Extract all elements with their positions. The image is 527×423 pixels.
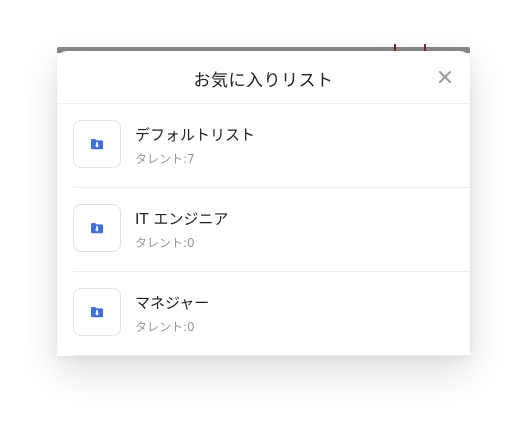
favorites-modal: お気に入りリスト デフォルトリスト タレント:7 IT エンジニア タレント:0… xyxy=(57,51,470,356)
modal-header: お気に入りリスト xyxy=(57,51,470,104)
close-icon xyxy=(439,71,451,83)
folder-tile xyxy=(73,204,121,252)
folder-icon xyxy=(91,223,103,234)
screen: お気に入りリスト デフォルトリスト タレント:7 IT エンジニア タレント:0… xyxy=(0,0,527,423)
close-button[interactable] xyxy=(436,68,454,86)
folder-icon xyxy=(91,307,103,318)
favorites-list: デフォルトリスト タレント:7 IT エンジニア タレント:0 マネジャー タレ… xyxy=(73,104,470,356)
list-name: マネジャー xyxy=(135,294,210,312)
list-talent-count: タレント:0 xyxy=(135,320,195,334)
list-name: IT エンジニア xyxy=(135,210,229,228)
list-talent-count: タレント:0 xyxy=(135,236,195,250)
modal-title: お気に入りリスト xyxy=(193,71,334,91)
list-talent-count: タレント:7 xyxy=(135,152,195,166)
list-item[interactable]: マネジャー タレント:0 xyxy=(73,272,470,356)
list-name: デフォルトリスト xyxy=(135,126,256,144)
list-item[interactable]: デフォルトリスト タレント:7 xyxy=(73,104,470,188)
folder-tile xyxy=(73,288,121,336)
folder-icon xyxy=(91,139,103,150)
list-item[interactable]: IT エンジニア タレント:0 xyxy=(73,188,470,272)
folder-tile xyxy=(73,120,121,168)
